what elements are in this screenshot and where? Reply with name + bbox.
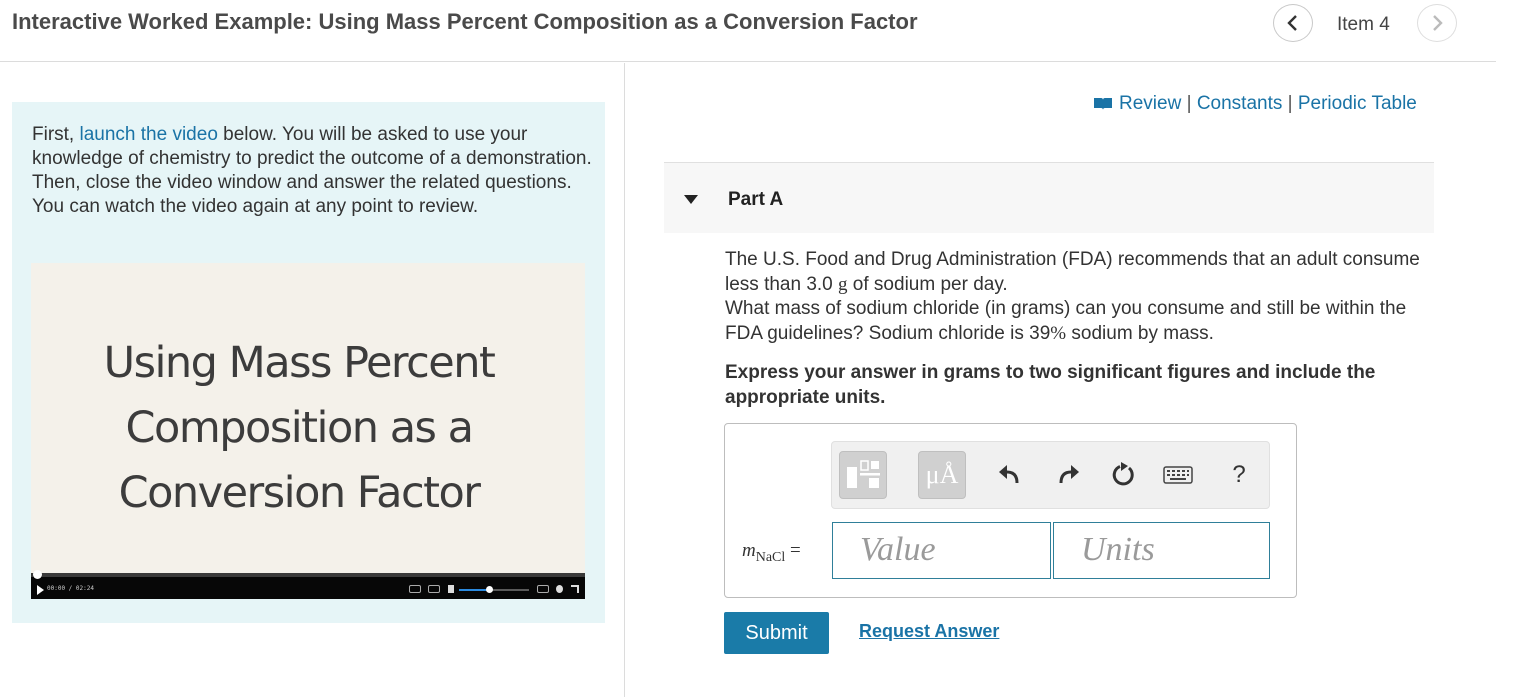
variable-label: mNaCl = [742,540,801,566]
intro-panel: First, launch the video below. You will … [12,102,605,623]
page-header: Interactive Worked Example: Using Mass P… [0,0,1496,62]
launch-video-link[interactable]: launch the video [80,124,218,145]
part-a-header[interactable]: Part A [664,162,1434,233]
link-separator: | [1186,93,1192,114]
math-toolbar: μÅ ? [831,441,1270,509]
question-line: What mass of sodium chloride (in grams) … [725,297,1435,346]
volume-icon[interactable] [448,585,454,593]
video-title-line: Using Mass Percent [103,338,496,388]
play-icon[interactable] [37,585,44,595]
undo-icon[interactable] [994,460,1024,490]
equals-sign: = [790,540,801,561]
units-input[interactable]: Units [1053,522,1270,579]
chevron-left-icon [1287,15,1297,31]
item-label: Item 4 [1337,14,1390,35]
units-icon: μÅ [925,460,959,489]
value-input[interactable]: Value [832,522,1051,579]
video-progress-bar[interactable] [31,570,585,579]
captions-icon[interactable] [409,585,421,593]
chevron-right-icon [1433,15,1443,31]
page-title: Interactive Worked Example: Using Mass P… [12,9,918,34]
constants-link[interactable]: Constants [1197,93,1283,114]
gear-icon[interactable] [556,585,563,593]
caret-down-icon[interactable] [684,195,698,204]
video-title-line: Conversion Factor [118,468,481,518]
video-title: Using Mass Percent Composition as a Conv… [31,331,567,526]
transcript-icon[interactable] [428,585,440,593]
volume-slider[interactable] [459,586,529,593]
fullscreen-icon[interactable] [571,585,579,593]
request-answer-link[interactable]: Request Answer [859,621,999,642]
volume-fill [459,589,490,591]
video-progress-knob[interactable] [33,570,42,579]
units-button[interactable]: μÅ [918,451,966,499]
variable-subscript: NaCl [755,549,786,565]
video-time: 00:00 / 02:24 [47,585,94,592]
video-title-line: Composition as a [125,403,474,453]
video-controls: 00:00 / 02:24 [31,570,585,599]
reset-icon[interactable] [1108,460,1138,490]
link-separator: | [1287,93,1293,114]
answer-box: μÅ ? mNaCl = Value Units [724,423,1297,598]
percent-symbol: % [1050,322,1067,344]
question-text: The U.S. Food and Drug Administration (F… [725,248,1435,346]
review-link[interactable]: Review [1119,93,1181,114]
submit-button[interactable]: Submit [724,612,829,654]
previous-item-button[interactable] [1273,4,1313,42]
question-text-part: sodium by mass. [1066,322,1214,344]
variable-symbol: m [742,540,756,561]
templates-icon [847,460,880,488]
templates-button[interactable] [839,451,887,499]
book-icon [1094,98,1112,110]
volume-knob[interactable] [486,586,494,593]
periodic-table-link[interactable]: Periodic Table [1298,93,1417,114]
video-player[interactable]: Using Mass Percent Composition as a Conv… [31,263,585,599]
cc-icon[interactable] [537,585,549,593]
intro-text-start: First, [32,124,80,145]
redo-icon[interactable] [1054,460,1084,490]
intro-text: First, launch the video below. You will … [32,123,592,219]
question-line: The U.S. Food and Drug Administration (F… [725,248,1435,297]
column-divider [624,63,625,697]
question-text-part: of sodium per day. [847,273,1008,295]
keyboard-icon[interactable] [1163,460,1193,490]
question-text-part: The U.S. Food and Drug Administration (F… [725,249,1420,295]
unit-symbol: g [838,273,848,295]
next-item-button[interactable] [1417,4,1457,42]
resource-links: Review | Constants | Periodic Table [1093,93,1417,115]
part-title: Part A [728,189,784,210]
answer-instruction: Express your answer in grams to two sign… [725,362,1376,408]
help-icon[interactable]: ? [1224,460,1254,490]
